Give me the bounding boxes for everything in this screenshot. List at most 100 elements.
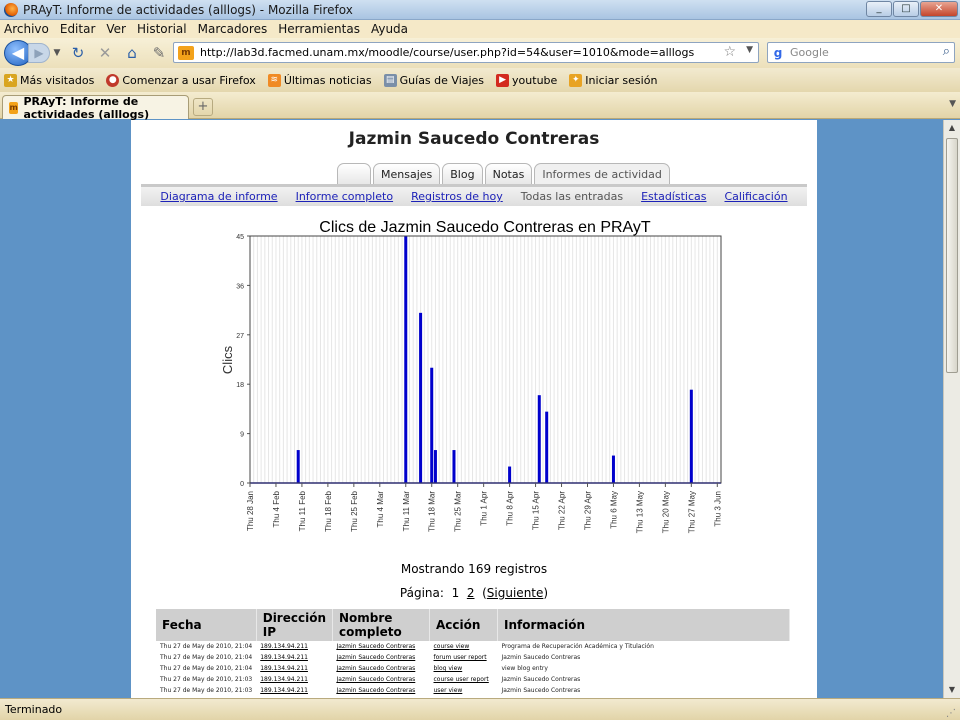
cell-accion[interactable]: blog view xyxy=(430,663,498,674)
tab-informes-actividad[interactable]: Informes de actividad xyxy=(534,163,670,185)
cell-nombre[interactable]: Jazmin Saucedo Contreras xyxy=(333,674,430,685)
scroll-thumb[interactable] xyxy=(946,138,958,373)
vertical-scrollbar[interactable]: ▲ ▼ xyxy=(943,120,960,698)
records-count: Mostrando 169 registros xyxy=(400,562,548,576)
cell-ip[interactable]: 189.134.94.211 xyxy=(256,652,332,663)
stop-icon[interactable]: ✕ xyxy=(94,42,116,64)
bookmark-ultimas-noticias[interactable]: ≋ Últimas noticias xyxy=(267,73,372,87)
x-tick-label: Thu 18 Feb xyxy=(324,490,333,531)
pagination-page-2[interactable]: 2 xyxy=(467,586,475,600)
cell-nombre[interactable]: Jazmin Saucedo Contreras xyxy=(333,652,430,663)
menu-historial[interactable]: Historial xyxy=(137,22,187,36)
y-tick-label: 36 xyxy=(236,283,244,290)
minimize-button[interactable]: _ xyxy=(866,1,892,17)
url-bar[interactable]: m http://lab3d.facmed.unam.mx/moodle/cou… xyxy=(173,42,759,63)
cell-ip[interactable]: 189.134.94.211 xyxy=(256,674,332,685)
chart-bar xyxy=(611,455,615,483)
user-fullname-heading: Jazmin Saucedo Contreras xyxy=(348,129,600,149)
reload-icon[interactable]: ↻ xyxy=(67,42,89,64)
pagination-next[interactable]: Siguiente xyxy=(487,586,544,600)
cell-ip[interactable]: 189.134.94.211 xyxy=(256,685,332,696)
chart-bar xyxy=(419,312,423,483)
cell-accion[interactable]: course view xyxy=(430,641,498,652)
addon-icon[interactable]: ✎ xyxy=(148,42,170,64)
subtab-calificacion[interactable]: Calificación xyxy=(725,187,788,206)
bookmark-label: Comenzar a usar Firefox xyxy=(122,73,256,87)
cell-ip[interactable]: 189.134.94.211 xyxy=(256,641,332,652)
tab-blog[interactable]: Blog xyxy=(442,163,483,185)
bookmark-iniciar-sesion[interactable]: ✦ Iniciar sesión xyxy=(569,73,657,87)
chart-ylabel: Clics xyxy=(220,345,235,374)
home-icon[interactable]: ⌂ xyxy=(121,42,143,64)
search-bar[interactable]: g Google ⌕ xyxy=(767,42,955,63)
cell-nombre[interactable]: Jazmin Saucedo Contreras xyxy=(333,641,430,652)
x-tick-label: Thu 11 Mar xyxy=(402,491,411,532)
youtube-icon: ▶ xyxy=(496,73,510,87)
subtab-estadisticas[interactable]: Estadísticas xyxy=(641,187,706,206)
bookmark-label: youtube xyxy=(512,73,558,87)
new-tab-button[interactable]: + xyxy=(193,98,213,116)
bookmark-guias-viajes[interactable]: ▤ Guías de Viajes xyxy=(383,73,484,87)
google-icon[interactable]: g xyxy=(770,45,786,61)
cell-accion[interactable]: course user report xyxy=(430,674,498,685)
tab-notas[interactable]: Notas xyxy=(484,163,533,185)
subtab-diagrama[interactable]: Diagrama de informe xyxy=(160,187,277,206)
bookmark-youtube[interactable]: ▶ youtube xyxy=(496,73,558,87)
scroll-down-icon[interactable]: ▼ xyxy=(944,682,960,698)
search-input[interactable]: Google xyxy=(790,46,829,59)
y-tick-label: 27 xyxy=(236,333,244,340)
menu-editar[interactable]: Editar xyxy=(60,22,96,36)
y-tick-label: 0 xyxy=(240,481,244,488)
bookmark-comenzar-firefox[interactable]: ● Comenzar a usar Firefox xyxy=(106,73,256,87)
bookmarks-toolbar: ★ Más visitados ● Comenzar a usar Firefo… xyxy=(0,68,960,92)
col-fecha: Fecha xyxy=(156,609,257,641)
url-text[interactable]: http://lab3d.facmed.unam.mx/moodle/cours… xyxy=(200,46,694,59)
pagination-current: 1 xyxy=(451,586,460,600)
x-tick-label: Thu 25 Feb xyxy=(350,490,359,531)
menu-archivo[interactable]: Archivo xyxy=(4,22,49,36)
x-tick-label: Thu 4 Feb xyxy=(272,490,281,527)
bookmark-label: Últimas noticias xyxy=(283,73,372,87)
pagination-label: Página: xyxy=(399,586,444,600)
chart-bar xyxy=(537,395,541,483)
cell-accion[interactable]: forum user report xyxy=(430,652,498,663)
x-tick-label: Thu 15 Apr xyxy=(532,491,541,530)
log-table: Fecha Dirección IP Nombre completo Acció… xyxy=(156,609,790,698)
tab-list-icon[interactable]: ▼ xyxy=(949,99,956,109)
close-button[interactable]: ✕ xyxy=(920,1,958,17)
x-tick-label: Thu 20 May xyxy=(661,491,670,533)
login-icon: ✦ xyxy=(569,73,583,87)
tab-profile[interactable] xyxy=(337,163,371,185)
menu-ver[interactable]: Ver xyxy=(106,22,126,36)
x-tick-label: Thu 27 May xyxy=(687,491,696,533)
window-title: PRAyT: Informe de actividades (alllogs) … xyxy=(23,2,353,17)
subtab-registros-hoy[interactable]: Registros de hoy xyxy=(411,187,503,206)
col-informacion: Información xyxy=(497,609,790,641)
x-tick-label: Thu 28 Jan xyxy=(246,491,255,531)
col-nombre: Nombre completo xyxy=(332,609,430,641)
bookmark-mas-visitados[interactable]: ★ Más visitados xyxy=(4,73,95,87)
menu-herramientas[interactable]: Herramientas xyxy=(278,22,360,36)
subtab-informe-completo[interactable]: Informe completo xyxy=(296,187,393,206)
bookmark-label: Más visitados xyxy=(20,73,95,87)
url-dropdown-icon[interactable]: ▼ xyxy=(746,45,753,55)
scroll-up-icon[interactable]: ▲ xyxy=(944,120,960,136)
search-icon[interactable]: ⌕ xyxy=(943,44,950,59)
cell-nombre[interactable]: Jazmin Saucedo Contreras xyxy=(333,685,430,696)
tab-mensajes[interactable]: Mensajes xyxy=(373,163,441,185)
cell-nombre[interactable]: Jazmin Saucedo Contreras xyxy=(333,663,430,674)
maximize-button[interactable]: □ xyxy=(893,1,919,17)
forward-button[interactable]: ▶ xyxy=(28,43,50,63)
site-favicon: m xyxy=(178,45,194,60)
bookmark-star-icon[interactable]: ☆ xyxy=(723,44,736,60)
browser-tab[interactable]: m PRAyT: Informe de actividades (alllogs… xyxy=(2,95,189,121)
resize-grip-icon[interactable]: ⋰ xyxy=(946,703,956,720)
cell-ip[interactable]: 189.134.94.211 xyxy=(256,663,332,674)
menu-ayuda[interactable]: Ayuda xyxy=(371,22,408,36)
chart-bar xyxy=(404,236,408,483)
cell-accion[interactable]: user view xyxy=(430,685,498,696)
menu-marcadores[interactable]: Marcadores xyxy=(198,22,268,36)
pagination: Página: 1 2 (Siguiente) xyxy=(399,586,549,600)
history-dropdown-icon[interactable]: ▼ xyxy=(52,42,62,64)
chart-bar xyxy=(296,450,300,483)
